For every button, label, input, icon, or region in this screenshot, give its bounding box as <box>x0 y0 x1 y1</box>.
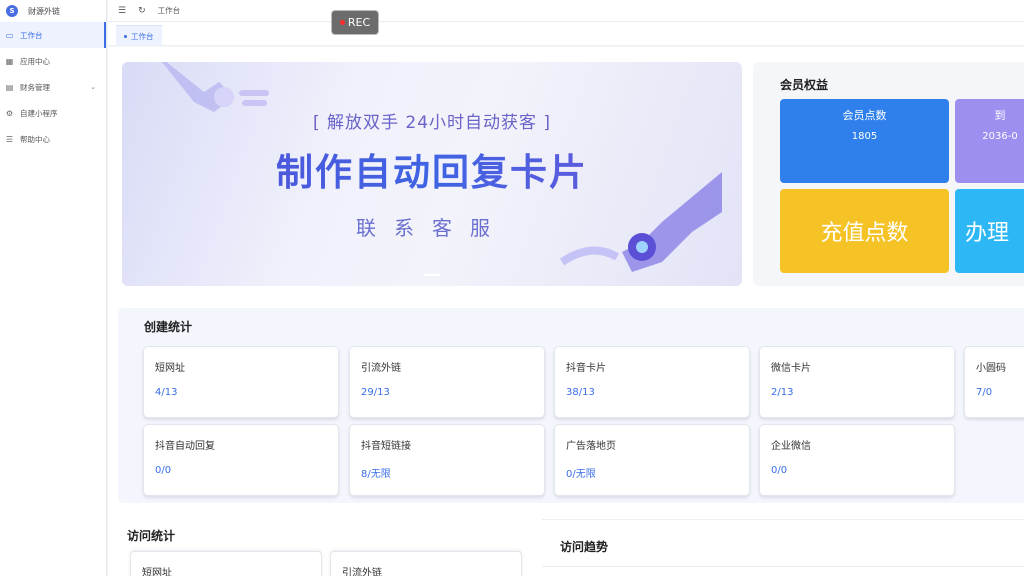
sidebar-item-finance[interactable]: ▤ 财务管理 ⌄ <box>0 74 106 100</box>
sidebar-item-workbench[interactable]: ▭ 工作台 <box>0 22 106 48</box>
rec-indicator: REC <box>332 11 378 34</box>
points-card: 会员点数 1805 <box>780 99 949 183</box>
stat-name: 微信卡片 <box>771 363 811 374</box>
app-logo-row: S 财源外链 <box>0 0 106 22</box>
breadcrumb: 工作台 <box>157 6 181 15</box>
active-dot <box>124 34 127 38</box>
stat-card[interactable]: 小圆码 7/0 <box>964 346 1024 418</box>
visit-trend-title: 访问趋势 <box>560 540 609 554</box>
member-title: 会员权益 <box>780 78 829 92</box>
stat-name: 抖音自动回复 <box>155 441 215 452</box>
stat-card[interactable]: 抖音自动回复 0/0 <box>143 424 339 496</box>
recharge-button[interactable]: 充值点数 <box>780 189 949 273</box>
expiry-card: 到 2036-0 <box>955 99 1024 183</box>
visit-name: 短网址 <box>142 568 172 576</box>
promo-banner[interactable]: [ 解放双手 24小时自动获客 ] 制作自动回复卡片 联系客服 <box>122 62 742 286</box>
stat-value: 0/0 <box>771 465 788 476</box>
stat-card[interactable]: 抖音短链接 8/无限 <box>349 424 545 496</box>
record-dot-icon <box>339 20 345 25</box>
handle-membership-button[interactable]: 办理 <box>955 189 1024 273</box>
sidebar-item-label: 帮助中心 <box>20 134 50 144</box>
stat-value: 38/13 <box>566 387 595 398</box>
sidebar-item-label: 工作台 <box>20 30 43 40</box>
stat-value: 29/13 <box>361 387 390 398</box>
sidebar: S 财源外链 ▭ 工作台 ▦ 应用中心 ▤ 财务管理 ⌄ ⚙ 自建小程序 ☰ 帮… <box>0 0 107 576</box>
monitor-icon: ▭ <box>5 30 14 40</box>
banner-contact[interactable]: 联系客服 <box>122 212 742 241</box>
stat-card[interactable]: 短网址 4/13 <box>143 346 339 418</box>
stat-name: 短网址 <box>155 363 185 374</box>
top-header: ☰ ↻ 工作台 <box>108 0 1024 22</box>
grid-icon: ▦ <box>5 56 14 66</box>
sidebar-item-app-center[interactable]: ▦ 应用中心 <box>0 48 106 74</box>
menu-toggle-icon[interactable]: ☰ <box>118 6 126 16</box>
chevron-down-icon: ⌄ <box>90 83 96 91</box>
banner-title: 制作自动回复卡片 <box>122 142 742 196</box>
divider <box>542 566 1024 567</box>
tab-bar: 工作台 <box>108 22 1024 46</box>
tab-label: 工作台 <box>131 31 154 41</box>
stat-name: 引流外链 <box>361 363 401 374</box>
app-logo: S <box>6 5 18 17</box>
visit-name: 引流外链 <box>342 568 382 576</box>
expiry-value: 2036-0 <box>982 131 1018 142</box>
sidebar-item-label: 财务管理 <box>20 82 50 92</box>
points-label: 会员点数 <box>842 109 887 122</box>
sidebar-item-mini-program[interactable]: ⚙ 自建小程序 <box>0 100 106 126</box>
stat-value: 0/无限 <box>566 469 596 480</box>
rec-label: REC <box>347 16 371 29</box>
visit-card[interactable]: 引流外链 <box>330 551 522 576</box>
stat-name: 企业微信 <box>771 441 811 452</box>
stat-card[interactable]: 企业微信 0/0 <box>759 424 955 496</box>
sliders-icon: ☰ <box>5 134 14 144</box>
sidebar-item-label: 自建小程序 <box>20 108 58 118</box>
banner-subtitle: [ 解放双手 24小时自动获客 ] <box>312 113 552 133</box>
stat-value: 4/13 <box>155 387 178 398</box>
stat-name: 抖音卡片 <box>566 363 606 374</box>
stat-name: 小圆码 <box>976 363 1006 374</box>
visit-stats-title: 访问统计 <box>127 529 176 543</box>
visit-stats-panel: 访问统计 短网址 引流外链 <box>118 515 538 576</box>
stat-value: 7/0 <box>976 387 993 398</box>
stat-name: 抖音短链接 <box>361 441 411 452</box>
points-value: 1805 <box>851 131 878 142</box>
member-benefits-panel: 会员权益 会员点数 1805 到 2036-0 充值点数 办理 <box>753 62 1024 286</box>
carousel-indicator[interactable] <box>424 274 440 276</box>
sidebar-item-help[interactable]: ☰ 帮助中心 <box>0 126 106 152</box>
tab-workbench[interactable]: 工作台 <box>116 25 162 46</box>
main-content: [ 解放双手 24小时自动获客 ] 制作自动回复卡片 联系客服 会员权益 会员点… <box>108 47 1024 576</box>
stat-value: 8/无限 <box>361 469 391 480</box>
stat-value: 2/13 <box>771 387 794 398</box>
stat-card[interactable]: 微信卡片 2/13 <box>759 346 955 418</box>
refresh-icon[interactable]: ↻ <box>138 6 146 16</box>
stat-value: 0/0 <box>155 465 172 476</box>
gear-icon: ⚙ <box>5 108 14 118</box>
sidebar-item-label: 应用中心 <box>20 56 50 66</box>
visit-trend-panel: 访问趋势 <box>542 519 1024 576</box>
app-title: 财源外链 <box>28 6 60 16</box>
create-stats-panel: 创建统计 短网址 4/13 引流外链 29/13 抖音卡片 38/13 微信卡片… <box>118 308 1024 503</box>
stat-card[interactable]: 抖音卡片 38/13 <box>554 346 750 418</box>
finance-icon: ▤ <box>5 82 14 92</box>
expiry-label: 到 <box>994 109 1006 122</box>
visit-card[interactable]: 短网址 <box>130 551 322 576</box>
stat-card[interactable]: 引流外链 29/13 <box>349 346 545 418</box>
stat-card[interactable]: 广告落地页 0/无限 <box>554 424 750 496</box>
stat-name: 广告落地页 <box>566 441 616 452</box>
create-stats-title: 创建统计 <box>144 320 193 334</box>
